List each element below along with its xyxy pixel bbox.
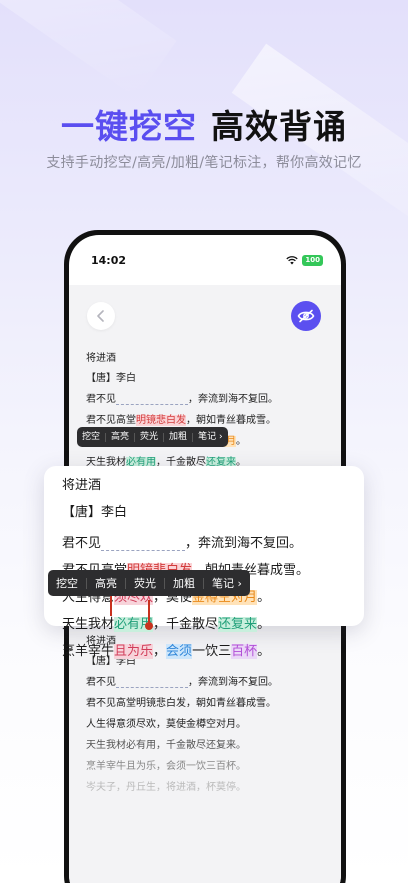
line-text: 君不见	[86, 394, 116, 405]
headline-main: 高效背诵	[211, 107, 347, 146]
poem-line[interactable]: 君不见 ，奔流到海不复回。	[86, 673, 278, 688]
menu-item-fluorescent[interactable]: 荧光	[135, 432, 165, 442]
battery-icon: 100	[302, 254, 323, 266]
note-label: 笔记	[212, 576, 234, 590]
menu-item-note[interactable]: 笔记 ›	[193, 431, 227, 442]
line-text: 一饮三	[192, 644, 232, 659]
line-text: 。	[236, 436, 246, 447]
poem-title: 将进酒	[86, 353, 116, 364]
line-text: 。	[257, 617, 271, 632]
menu-item-blank[interactable]: 挖空	[48, 577, 87, 589]
poem-line[interactable]: 烹羊宰牛且为乐，会须一饮三百杯。	[62, 640, 309, 659]
line-text: ，奔流到海不复回。	[188, 677, 278, 688]
highlight-span[interactable]: 百杯	[231, 644, 258, 659]
menu-item-bold[interactable]: 加粗	[164, 432, 194, 442]
highlight-span[interactable]: 会须	[166, 644, 193, 659]
headline-accent: 一键挖空	[61, 107, 197, 146]
line-text: ，朝如青丝暮成雪。	[186, 415, 276, 426]
status-bar: 14:02 100	[69, 235, 341, 285]
chevron-right-icon: ›	[216, 431, 223, 442]
menu-item-blank[interactable]: 挖空	[77, 432, 107, 442]
blank-slot[interactable]	[116, 676, 188, 688]
poem-line[interactable]: 君不见高堂明镜悲白发，朝如青丝暮成雪。	[86, 694, 278, 709]
zoom-preview-card: 将进酒 【唐】李白 君不见，奔流到海不复回。 君不见高堂明镜悲白发，朝如青丝暮成…	[44, 466, 364, 659]
poem-line[interactable]: 君不见 ，奔流到海不复回。	[86, 390, 278, 405]
poem-author: 【唐】李白	[86, 373, 136, 384]
line-text: ，千金散尽	[153, 617, 219, 632]
highlight-span[interactable]: 且为乐	[114, 644, 154, 659]
hide-toggle-button[interactable]	[291, 301, 321, 331]
menu-item-highlight[interactable]: 高亮	[106, 432, 136, 442]
line-text: 天生我材	[62, 617, 115, 632]
status-time: 14:02	[91, 253, 127, 267]
page-subtitle: 支持手动挖空/高亮/加粗/笔记标注，帮你高效记忆	[46, 155, 362, 171]
selection-handle-end[interactable]	[145, 600, 153, 630]
page-headline: 一键挖空 高效背诵	[0, 100, 408, 148]
content-fade	[69, 795, 341, 825]
note-label: 笔记	[198, 431, 217, 442]
highlight-span[interactable]: 还复来	[218, 617, 258, 632]
poem-line[interactable]: 君不见高堂明镜悲白发，朝如青丝暮成雪。	[86, 411, 278, 426]
menu-item-bold[interactable]: 加粗	[165, 577, 204, 589]
highlight-span[interactable]: 明镜悲白发	[136, 415, 186, 426]
line-text: 君不见	[62, 536, 102, 551]
chevron-right-icon: ›	[234, 576, 242, 590]
poem-title: 将进酒	[62, 478, 102, 493]
blank-slot[interactable]	[116, 393, 188, 405]
line-text: 。	[257, 590, 271, 605]
line-text: 君不见高堂	[86, 415, 136, 426]
poem-line[interactable]: 岑夫子，丹丘生，将进酒，杯莫停。	[86, 778, 278, 793]
line-text: ，奔流到海不复回。	[188, 394, 278, 405]
line-text: ，奔流到海不复回。	[185, 536, 303, 551]
poem-zoomed: 将进酒 【唐】李白 君不见，奔流到海不复回。 君不见高堂明镜悲白发，朝如青丝暮成…	[62, 474, 309, 659]
status-indicators: 100	[286, 254, 323, 266]
poem-line[interactable]: 君不见 ，奔流到海不复回。	[62, 532, 309, 551]
poem-author: 【唐】李白	[62, 505, 128, 520]
chevron-left-icon	[97, 310, 104, 322]
menu-item-note[interactable]: 笔记 ›	[204, 578, 250, 589]
eye-off-icon	[297, 309, 315, 323]
annotation-menu-small: 挖空 高亮 荧光 加粗 笔记 ›	[77, 427, 228, 447]
poem-line[interactable]: 人生得意须尽欢，莫使金樽空对月。	[86, 715, 278, 730]
poem-line[interactable]: 烹羊宰牛且为乐，会须一饮三百杯。	[86, 757, 278, 772]
wifi-icon	[286, 255, 299, 264]
line-text: 君不见	[86, 677, 116, 688]
poem-line[interactable]: 天生我材必有用，千金散尽还复来。	[86, 736, 278, 751]
line-text: 烹羊宰牛	[62, 644, 115, 659]
back-button[interactable]	[87, 302, 115, 330]
line-text: 。	[257, 644, 271, 659]
line-text: ，	[153, 644, 167, 659]
annotation-menu: 挖空 高亮 荧光 加粗 笔记 ›	[48, 570, 250, 596]
menu-item-highlight[interactable]: 高亮	[87, 577, 126, 589]
menu-item-fluorescent[interactable]: 荧光	[126, 577, 165, 589]
background-streak	[0, 0, 177, 99]
poem-line[interactable]: 天生我材必有用，千金散尽还复来。	[62, 613, 309, 632]
blank-slot[interactable]	[101, 535, 186, 551]
